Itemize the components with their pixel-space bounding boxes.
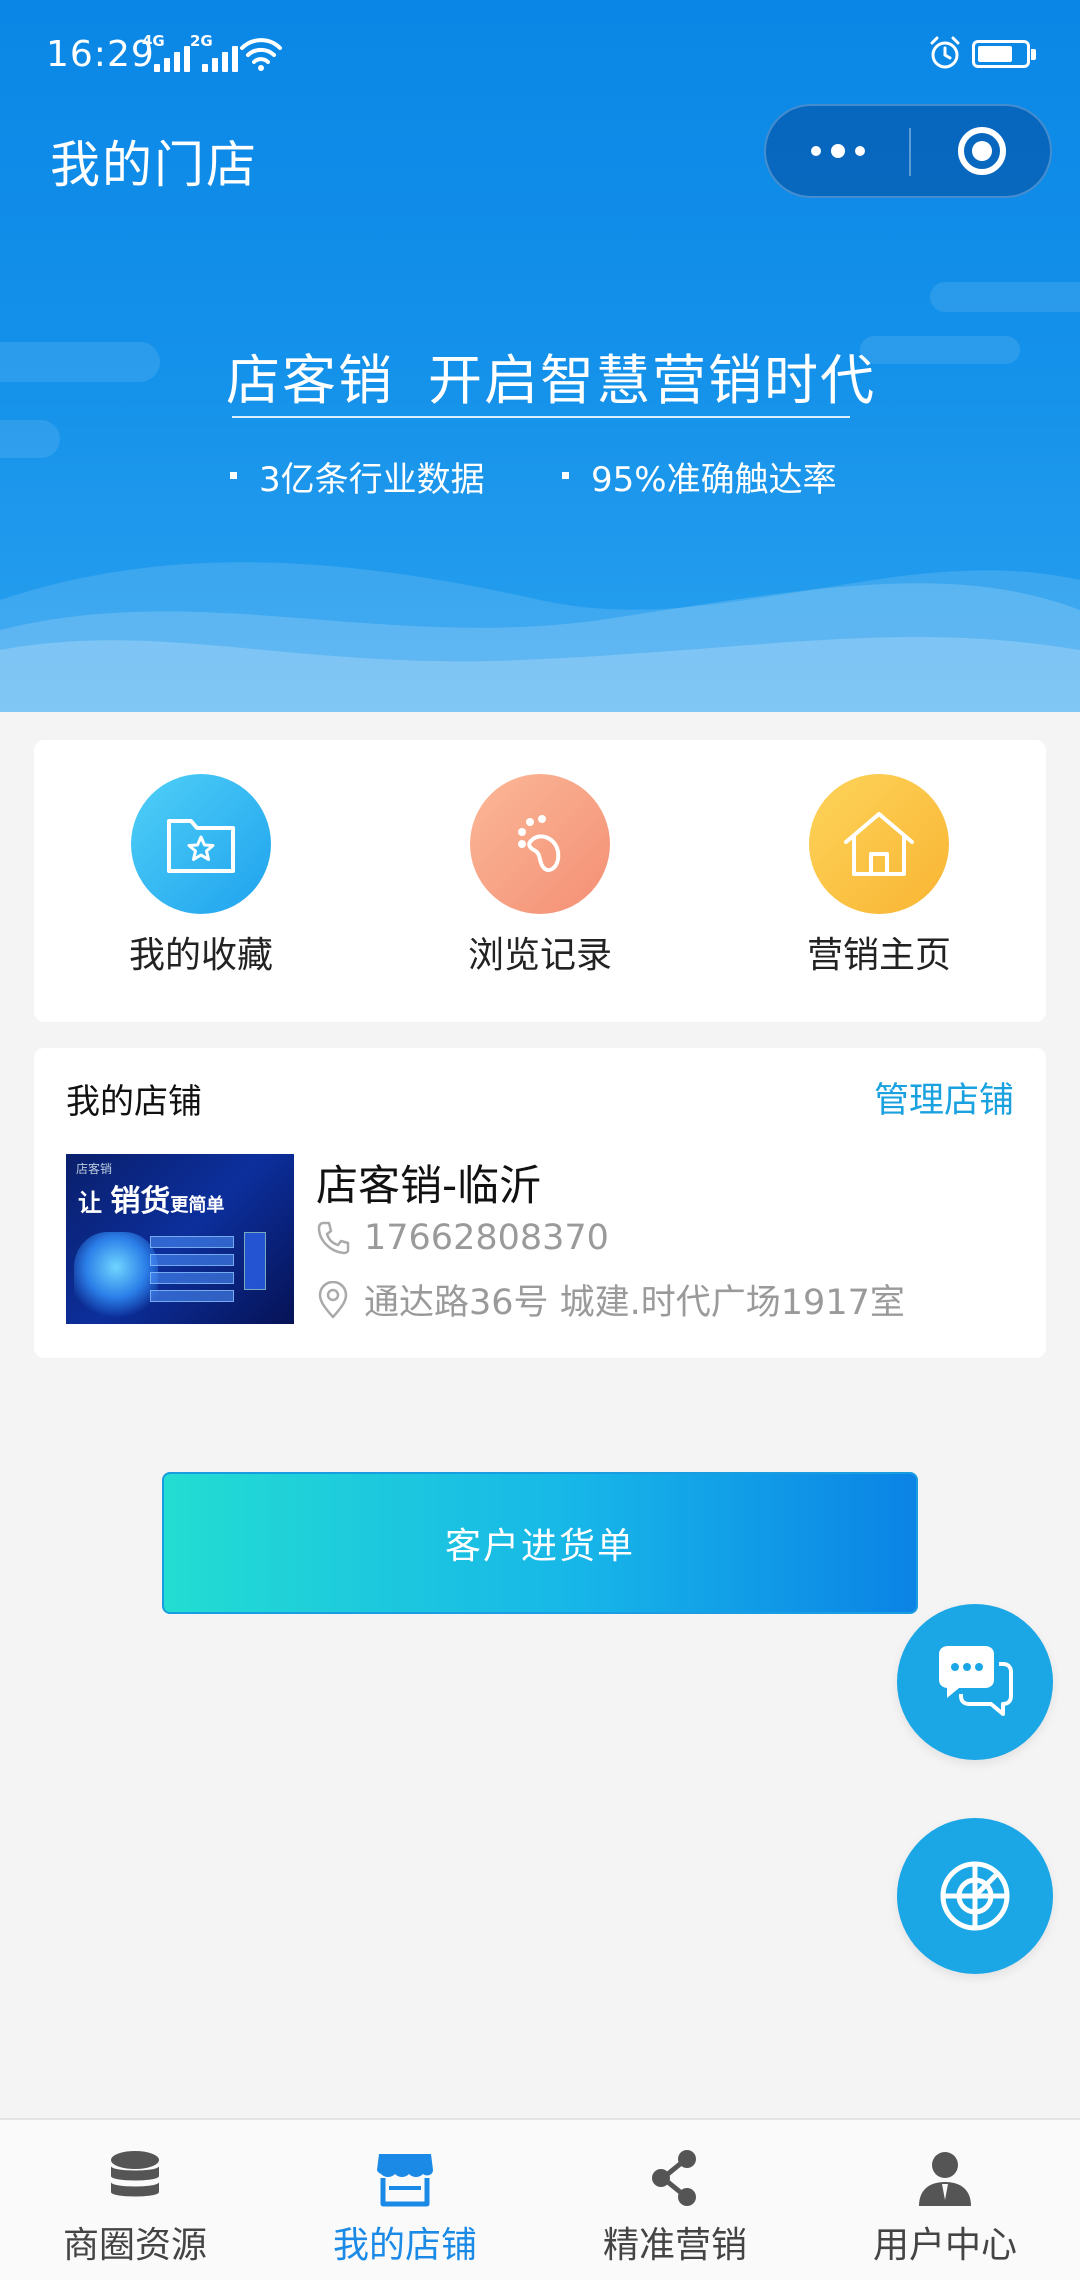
status-time: 16:29 xyxy=(46,34,155,75)
hero-feature: 95%准确触达率 xyxy=(562,452,837,501)
feature-text: 3亿条行业数据 xyxy=(259,460,485,500)
phone-icon xyxy=(317,1221,350,1255)
tab-label: 商圈资源 xyxy=(62,2225,207,2266)
fist-graphic xyxy=(74,1232,158,1320)
hero-cloud-decoration xyxy=(0,420,60,458)
tab-label: 用户中心 xyxy=(872,2225,1017,2266)
quick-actions-card: 我的收藏 浏览记录 营销主页 xyxy=(34,740,1046,1022)
my-store-card: 我的店铺 管理店铺 店客销 让 销货更简单 店客销-临沂 17662808370… xyxy=(34,1048,1046,1358)
feature-text: 95%准确触达率 xyxy=(591,460,837,500)
manage-store-link[interactable]: 管理店铺 xyxy=(874,1072,1014,1123)
tab-label: 我的店铺 xyxy=(332,2225,477,2266)
store-name: 店客销-临沂 xyxy=(316,1161,542,1210)
hero-cloud-decoration xyxy=(860,336,1020,364)
quick-action-history[interactable]: 浏览记录 xyxy=(440,774,640,978)
status-bar: 16:29 4G 2G xyxy=(0,0,1080,110)
alarm-icon xyxy=(930,36,960,69)
thumb-decoration xyxy=(150,1236,234,1248)
section-title: 我的店铺 xyxy=(66,1082,202,1122)
shop-icon xyxy=(377,2154,433,2207)
more-button[interactable] xyxy=(766,106,909,196)
thumb-lead: 让 xyxy=(78,1189,102,1217)
store-phone-row: 17662808370 xyxy=(316,1218,609,1258)
target-icon xyxy=(957,127,1006,175)
thumb-decoration xyxy=(150,1254,234,1266)
quick-action-label: 我的收藏 xyxy=(128,935,273,976)
slogan-brand: 店客销 xyxy=(226,349,394,412)
share-icon xyxy=(652,2150,696,2206)
store-address: 通达路36号 城建.时代广场1917室 xyxy=(364,1283,905,1323)
hero-cloud-decoration xyxy=(0,342,160,382)
store-address-row: 通达路36号 城建.时代广场1917室 xyxy=(316,1274,905,1325)
close-miniprogram-button[interactable] xyxy=(911,106,1052,196)
wifi-icon xyxy=(240,38,282,71)
customer-order-button[interactable]: 客户进货单 xyxy=(162,1472,918,1614)
radar-button[interactable] xyxy=(897,1818,1053,1974)
slogan-underline xyxy=(232,416,850,418)
battery-icon xyxy=(972,40,1036,68)
thumb-decoration xyxy=(150,1272,234,1284)
tab-business-resources[interactable]: 商圈资源 xyxy=(0,2120,270,2280)
hero-banner: 16:29 4G 2G 我的门店 店客销 开启智慧营销时代 3亿条行业数据 95… xyxy=(0,0,1080,712)
home-icon xyxy=(809,774,949,914)
hero-feature: 3亿条行业数据 xyxy=(230,452,485,501)
store-thumbnail[interactable]: 店客销 让 销货更简单 xyxy=(66,1154,294,1324)
slogan-tagline: 开启智慧营销时代 xyxy=(428,349,876,412)
chat-icon xyxy=(939,1646,1013,1716)
store-phone: 17662808370 xyxy=(364,1218,609,1258)
chat-button[interactable] xyxy=(897,1604,1053,1760)
thumb-headline-strong: 销货 xyxy=(110,1184,171,1219)
thumb-decoration xyxy=(244,1232,266,1290)
thumb-brand: 店客销 xyxy=(76,1162,113,1176)
thumb-headline: 让 销货更简单 xyxy=(78,1176,224,1220)
page-title: 我的门店 xyxy=(50,136,258,194)
location-pin-icon xyxy=(318,1280,348,1318)
user-icon xyxy=(919,2152,971,2206)
tab-user-center[interactable]: 用户中心 xyxy=(810,2120,1080,2280)
quick-action-favorites[interactable]: 我的收藏 xyxy=(101,774,301,978)
thumb-tail: 更简单 xyxy=(170,1195,225,1216)
folder-star-icon xyxy=(131,774,271,914)
database-icon xyxy=(111,2151,159,2197)
hero-slogan: 店客销 开启智慧营销时代 xyxy=(226,336,876,415)
quick-action-label: 浏览记录 xyxy=(467,935,612,976)
tab-precision-marketing[interactable]: 精准营销 xyxy=(540,2120,810,2280)
battery-level xyxy=(978,46,1012,62)
thumb-decoration xyxy=(150,1290,234,1302)
hero-wave-decoration xyxy=(0,562,1080,712)
footprint-icon xyxy=(470,774,610,914)
hero-cloud-decoration xyxy=(930,282,1080,312)
quick-action-marketing-home[interactable]: 营销主页 xyxy=(779,774,979,978)
miniprogram-capsule xyxy=(764,104,1052,198)
quick-action-label: 营销主页 xyxy=(806,935,951,976)
bottom-tab-bar: 商圈资源 我的店铺 精准营销 用户中心 xyxy=(0,2118,1080,2280)
tab-label: 精准营销 xyxy=(602,2225,747,2266)
radar-icon xyxy=(940,1861,1010,1931)
tab-my-shop[interactable]: 我的店铺 xyxy=(270,2120,540,2280)
